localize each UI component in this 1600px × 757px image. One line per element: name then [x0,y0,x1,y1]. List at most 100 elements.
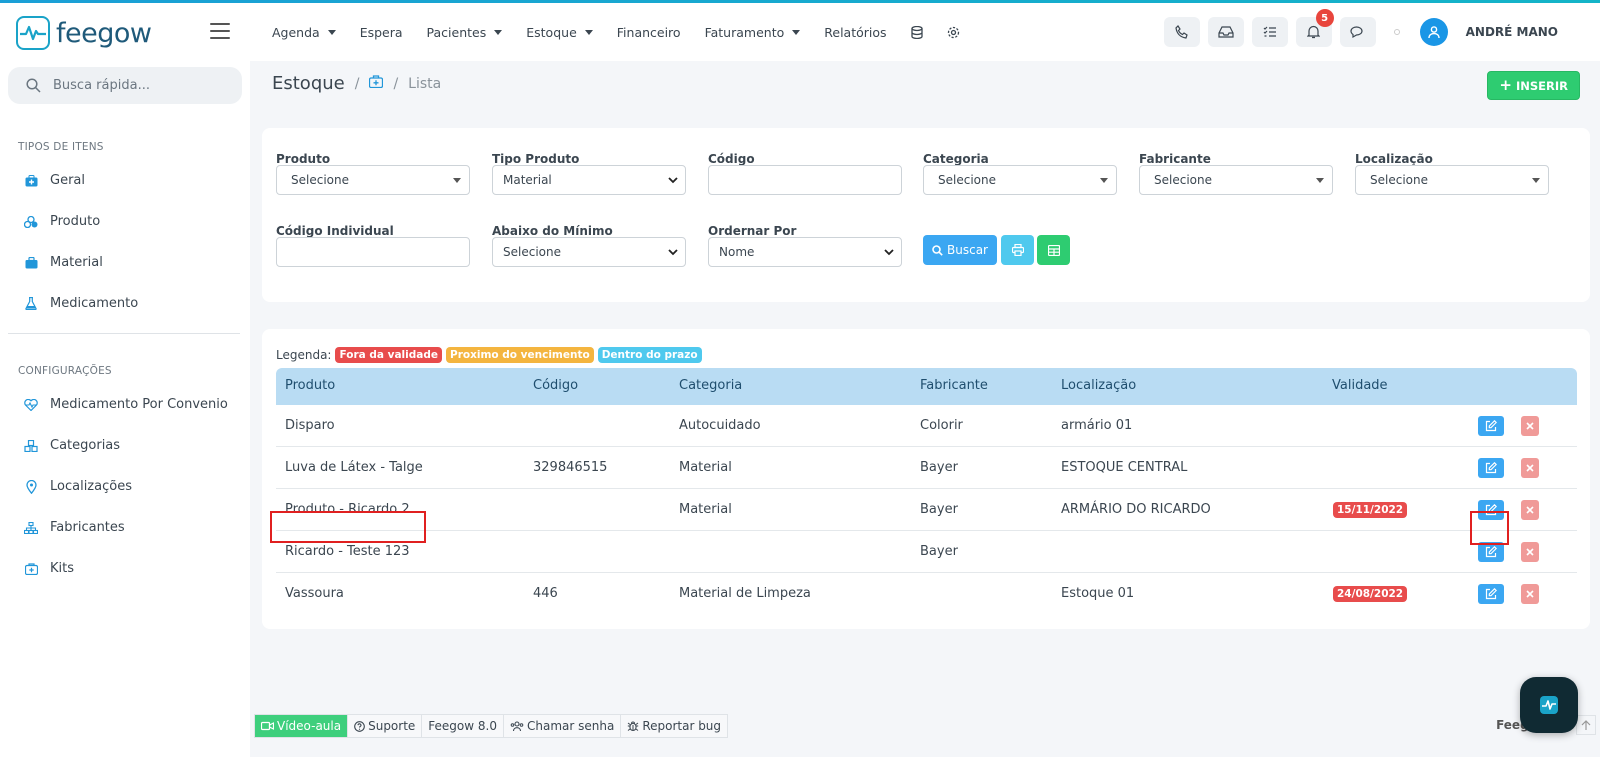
print-button[interactable] [1001,235,1034,265]
close-icon [1526,422,1534,430]
th-localizacao[interactable]: Localização [1061,378,1136,393]
th-fabricante[interactable]: Fabricante [920,378,988,393]
arrow-up-icon [1581,719,1591,730]
delete-button[interactable] [1521,584,1539,604]
sidebar-item-medicamento[interactable]: Medicamento [24,296,138,311]
menu-toggle-icon[interactable] [210,23,230,44]
database-icon[interactable] [910,25,923,39]
cell-localizacao: ESTOQUE CENTRAL [1061,460,1188,475]
section-title-settings: CONFIGURAÇÕES [18,365,112,377]
export-table-button[interactable] [1037,235,1070,265]
th-codigo[interactable]: Código [533,378,578,393]
categoria-select[interactable]: Selecione [923,165,1117,195]
localizacao-select[interactable]: Selecione [1355,165,1549,195]
page-title: Estoque [272,73,345,94]
cell-produto[interactable]: Luva de Látex - Talge [285,460,423,475]
table-row: Disparo Autocuidado Colorir armário 01 [276,405,1577,447]
chat-icon[interactable] [1339,17,1376,47]
legend-expired-badge: Fora da validade [335,347,442,363]
nav-financeiro[interactable]: Financeiro [617,25,681,40]
chevron-down-icon [668,249,678,256]
label-produto: Produto [276,152,331,166]
th-produto[interactable]: Produto [285,378,335,393]
highlight-box-product [270,511,426,543]
checklist-icon[interactable] [1251,17,1288,47]
close-icon [1526,548,1534,556]
call-ticket-link[interactable]: Chamar senha [504,715,622,737]
ordenar-por-select[interactable]: Nome [708,237,902,267]
nav-espera[interactable]: Espera [360,25,403,40]
nav-pacientes[interactable]: Pacientes [427,25,503,40]
bell-icon[interactable]: 5 [1295,9,1334,47]
delete-button[interactable] [1521,500,1539,520]
edit-button[interactable] [1478,542,1504,562]
medkit-icon[interactable] [369,75,384,92]
th-categoria[interactable]: Categoria [679,378,742,393]
breadcrumb-current: Lista [408,75,442,92]
search-button[interactable]: Buscar [923,235,997,265]
feegow-pulse-icon [1540,696,1558,714]
nav-agenda[interactable]: Agenda [272,25,336,40]
report-bug-link[interactable]: Reportar bug [621,715,727,737]
main-nav: Agenda Espera Pacientes Estoque Financei… [272,3,960,61]
floating-assistant-button[interactable] [1520,677,1578,733]
legend-label: Legenda: [276,348,332,362]
sidebar-item-categorias[interactable]: Categorias [24,438,120,453]
top-right-tools: 5 ANDRÉ MANO [1163,3,1600,61]
label-codigo-individual: Código Individual [276,224,394,238]
abaixo-minimo-select[interactable]: Selecione [492,237,686,267]
edit-button[interactable] [1478,584,1504,604]
cell-codigo: 446 [533,586,558,601]
delete-button[interactable] [1521,458,1539,478]
cell-categoria: Material [679,502,732,517]
sidebar-item-material[interactable]: Material [24,255,103,270]
user-name[interactable]: ANDRÉ MANO [1466,25,1558,39]
scroll-top-button[interactable] [1576,715,1596,735]
codigo-individual-input[interactable] [276,237,470,267]
codigo-input[interactable] [708,165,902,195]
logo[interactable]: feegow [16,16,152,50]
support-link[interactable]: Suporte [348,715,423,737]
flask-icon [24,297,38,311]
nav-relatorios[interactable]: Relatórios [824,25,886,40]
produto-select[interactable]: Selecione [276,165,470,195]
sidebar-item-fabricantes[interactable]: Fabricantes [24,520,125,535]
avatar[interactable] [1419,18,1448,46]
inbox-icon[interactable] [1207,17,1244,47]
cell-produto[interactable]: Vassoura [285,586,344,601]
sidebar-item-produto[interactable]: Produto [24,214,100,229]
question-circle-icon [354,720,365,732]
sidebar-item-geral[interactable]: Geral [24,173,85,188]
highlight-box-edit [1470,511,1509,545]
edit-icon [1485,462,1497,474]
tipo-produto-select[interactable]: Material [492,165,686,195]
breadcrumb: Estoque / / Lista [272,73,441,94]
nav-faturamento[interactable]: Faturamento [705,25,801,40]
bug-icon [628,721,639,732]
version-label: Feegow 8.0 [422,715,504,737]
sidebar: Busca rápida... TIPOS DE ITENS Geral Pro… [0,61,250,757]
cell-produto[interactable]: Ricardo - Teste 123 [285,544,410,559]
th-validade[interactable]: Validade [1332,378,1388,393]
edit-button[interactable] [1478,458,1504,478]
phone-icon[interactable] [1163,17,1200,47]
sidebar-item-localizacoes[interactable]: Localizações [24,479,132,494]
insert-button[interactable]: + INSERIR [1487,71,1580,100]
cell-produto[interactable]: Disparo [285,418,335,433]
label-abaixo-minimo: Abaixo do Mínimo [492,224,613,238]
delete-button[interactable] [1521,416,1539,436]
gear-icon[interactable] [947,26,960,39]
edit-button[interactable] [1478,416,1504,436]
main-content: Estoque / / Lista + INSERIR Produto Sele… [250,61,1600,757]
medkit-icon [24,174,38,188]
nav-estoque[interactable]: Estoque [526,25,593,40]
search-icon [932,244,943,256]
delete-button[interactable] [1521,542,1539,562]
heart-pulse-icon [24,398,38,412]
video-lesson-link[interactable]: Vídeo-aula [255,715,349,737]
sidebar-item-kits[interactable]: Kits [24,561,74,576]
caret-down-icon [1532,178,1540,183]
quick-search-input[interactable]: Busca rápida... [8,67,242,104]
sidebar-item-medicamento-convenio[interactable]: Medicamento Por Convenio [24,397,228,412]
fabricante-select[interactable]: Selecione [1139,165,1333,195]
